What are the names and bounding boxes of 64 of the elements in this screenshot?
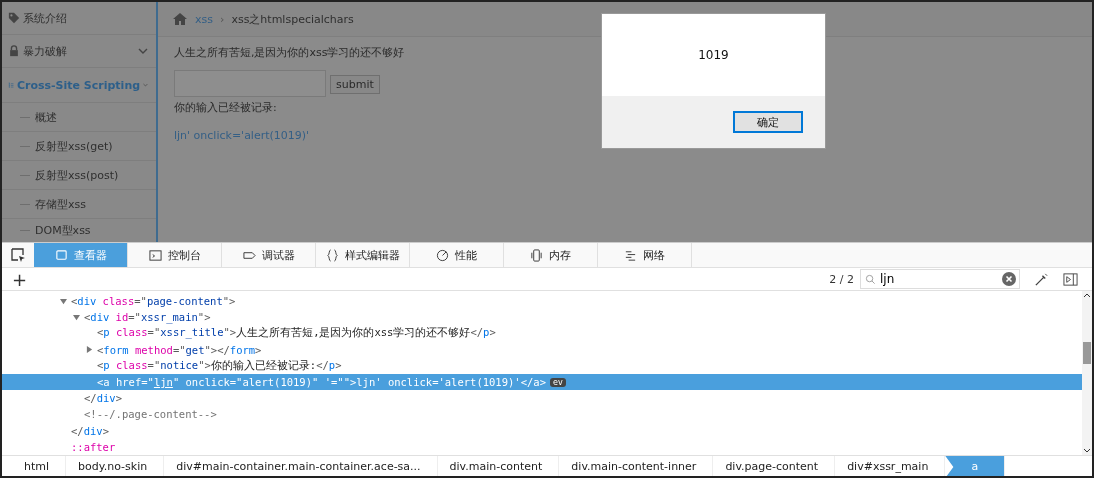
sidebar-item[interactable]: 系统介绍 — [2, 2, 156, 35]
tab-icon — [624, 248, 637, 262]
markup-line: <p class="notice">你的输入已经被记录:</p> — [97, 358, 342, 373]
twisty-icon[interactable] — [73, 313, 80, 321]
markup-line: <form method="get"></form> — [97, 343, 262, 356]
twisty-icon[interactable] — [60, 297, 67, 305]
sidebar-item[interactable]: DOM型xss — [2, 219, 156, 242]
chevron-down-icon — [138, 48, 148, 54]
tab-icon — [148, 248, 162, 262]
breadcrumb-item[interactable]: body.no-skin — [66, 455, 165, 476]
markup-line: <a href="ljn" onclick="alert(1019)" '="">ljn' onclick='alert(1019)'</a> — [97, 376, 546, 389]
chevron-down-icon — [143, 82, 148, 88]
scroll-up-icon[interactable] — [1083, 293, 1091, 298]
sidebar-item[interactable]: 暴力破解 — [2, 35, 156, 68]
submit-button[interactable]: submit — [330, 75, 380, 94]
sidebar-toggle-icon[interactable] — [1063, 271, 1078, 287]
sidebar-item[interactable]: 存储型xss — [2, 190, 156, 219]
markup-line: <p class="xssr_title">人生之所有苦短,是因为你的xss学习的还不够好</p> — [97, 326, 496, 341]
list-icon — [8, 79, 14, 91]
search-field[interactable]: ljn — [860, 269, 1020, 289]
scrollbar-thumb[interactable] — [1083, 341, 1091, 364]
lock-icon — [8, 45, 20, 57]
tab-icon — [436, 248, 449, 262]
twisty-icon[interactable] — [86, 346, 93, 354]
markup-line: </div> — [84, 392, 122, 405]
breadcrumb-item[interactable]: html — [12, 455, 67, 476]
breadcrumb-item[interactable]: div.main-content — [437, 455, 560, 476]
markup-line: </div> — [71, 424, 109, 437]
sidebar-item[interactable]: 概述 — [2, 103, 156, 132]
sidebar-item[interactable]: 反射型xss(get) — [2, 132, 156, 161]
scrollbar-track[interactable] — [1082, 291, 1092, 455]
devtools-tab[interactable]: 性能 — [410, 243, 504, 267]
add-node-button[interactable]: + — [12, 268, 830, 290]
home-icon[interactable] — [172, 12, 188, 26]
breadcrumb-separator: › — [220, 12, 225, 26]
devtools-tab[interactable]: 调试器 — [222, 243, 316, 267]
alert-message: 1019 — [698, 48, 729, 62]
sidebar-item[interactable]: 反射型xss(post) — [2, 161, 156, 190]
markup-line: <!--/.page-content--> — [84, 408, 217, 421]
markup-line: <div class="page-content"> — [71, 295, 236, 308]
tab-icon — [530, 248, 543, 262]
breadcrumb-item[interactable]: div#xssr_main — [835, 455, 946, 476]
scroll-down-icon[interactable] — [1083, 447, 1091, 453]
devtools-tab[interactable]: 内存 — [504, 243, 598, 267]
ok-button[interactable]: 确定 — [733, 111, 803, 133]
markup-line: <div id="xssr_main"> — [84, 311, 211, 324]
event-badge[interactable]: ev — [550, 377, 566, 387]
tab-icon — [325, 248, 339, 262]
notice-text: 你的输入已经被记录: — [174, 100, 278, 115]
devtools-tab[interactable]: 样式编辑器 — [316, 243, 410, 267]
clear-icon[interactable] — [1002, 272, 1016, 286]
devtools-tab[interactable]: 网络 — [598, 243, 692, 267]
tag-icon — [8, 12, 20, 24]
element-picker-icon[interactable] — [10, 247, 26, 263]
eyedropper-icon[interactable] — [1034, 271, 1049, 287]
breadcrumb-item[interactable]: div.page-content — [713, 455, 836, 476]
match-count: 2 / 2 — [829, 272, 854, 286]
page-title: 人生之所有苦短,是因为你的xss学习的还不够好 — [174, 45, 405, 60]
tab-icon — [54, 248, 68, 262]
breadcrumb-item[interactable]: div.main-content-inner — [559, 455, 714, 476]
breadcrumb-item[interactable]: div#main-container.main-container.ace-sa... — [164, 455, 438, 476]
breadcrumb-current: xss之htmlspecialchars — [231, 11, 354, 27]
devtools-tab[interactable]: 控制台 — [128, 243, 222, 267]
markup-line: ::after — [71, 440, 116, 453]
